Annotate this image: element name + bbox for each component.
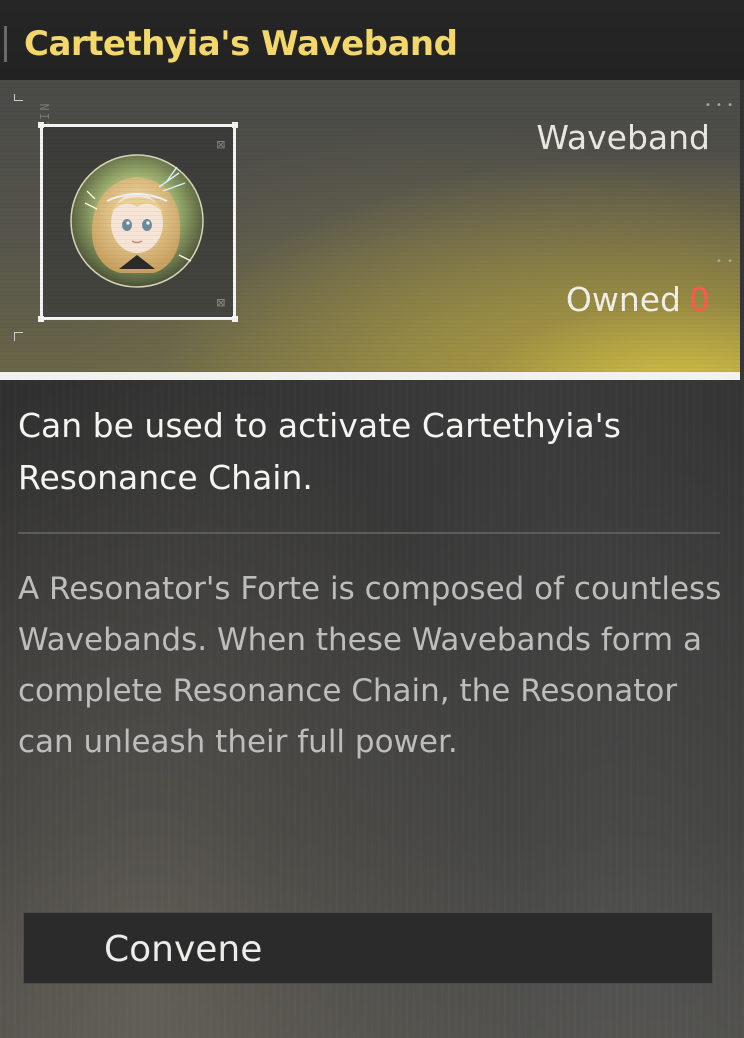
owned-count: 0 <box>689 280 710 319</box>
convene-button[interactable]: Convene <box>23 912 713 984</box>
corner-mark-icon <box>14 332 23 341</box>
item-header-card: • • • • • ΣΤΚΓΚΙΝ ⊠ ⊠ Waveband Owned 0 <box>0 80 740 372</box>
title-accent-bar <box>4 26 7 62</box>
convene-button-label: Convene <box>104 929 263 970</box>
item-description: Can be used to activate Cartethyia's Res… <box>18 406 621 497</box>
owned-label: Owned <box>565 280 681 319</box>
owned-row: Owned 0 <box>566 280 710 319</box>
frame-corner-icon <box>232 122 238 128</box>
frame-corner-icon <box>232 316 238 322</box>
cartethyia-portrait-icon <box>70 154 204 288</box>
title-bar: Cartethyia's Waveband <box>0 0 744 80</box>
frame-glyph-icon: ⊠ <box>216 295 225 311</box>
header-divider <box>0 372 740 380</box>
side-code-decoration: ΣΤΚΓΚΙΝ <box>38 101 52 166</box>
item-detail-panel: Cartethyia's Waveband • • • • • ΣΤΚΓΚΙΝ … <box>0 0 744 1038</box>
item-lore: A Resonator's Forte is composed of count… <box>18 571 722 760</box>
frame-glyph-icon: ⊠ <box>216 137 225 153</box>
dots-icon: • • <box>716 256 734 267</box>
frame-corner-icon <box>38 316 44 322</box>
dots-icon: • • • <box>704 100 734 111</box>
section-divider <box>18 532 720 534</box>
item-icon-frame[interactable]: ⊠ ⊠ <box>38 122 238 322</box>
corner-mark-icon <box>14 94 23 101</box>
frame-corner-icon <box>38 122 44 128</box>
item-type-label: Waveband <box>536 118 710 157</box>
item-title: Cartethyia's Waveband <box>24 24 458 64</box>
